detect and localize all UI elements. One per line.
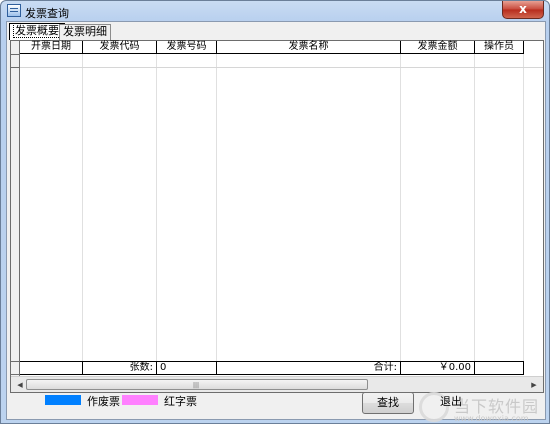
- grip-icon: |||: [193, 382, 200, 389]
- column-header-name[interactable]: 发票名称: [217, 41, 401, 54]
- count-value: 0: [157, 362, 217, 374]
- void-invoice-swatch: [45, 395, 81, 405]
- window-title: 发票查询: [25, 7, 69, 20]
- empty-row-separator: [20, 67, 543, 68]
- scrollbar-thumb[interactable]: |||: [26, 379, 368, 390]
- red-invoice-swatch: [122, 395, 158, 405]
- exit-button[interactable]: 退出: [425, 392, 477, 414]
- grid-footer: 张数: 0 合计: ￥0.00: [20, 361, 524, 375]
- grid-body: [20, 54, 524, 361]
- grid-header: 开票日期 发票代码 发票号码 发票名称 发票金额 操作员: [20, 41, 524, 54]
- client-area: 发票概要 发票明细 开票日期 发票代码 发票号码 发票名称 发票金额 操作员 张…: [6, 21, 546, 423]
- column-header-amount[interactable]: 发票金额: [401, 41, 475, 54]
- column-header-code[interactable]: 发票代码: [83, 41, 157, 54]
- invoice-grid[interactable]: 开票日期 发票代码 发票号码 发票名称 发票金额 操作员 张数: 0 合计: ￥…: [10, 40, 544, 393]
- scroll-left-icon[interactable]: ◀: [13, 379, 27, 391]
- app-icon: [7, 4, 21, 17]
- scroll-right-icon[interactable]: ▶: [527, 379, 541, 391]
- total-value: ￥0.00: [401, 362, 475, 374]
- horizontal-scrollbar[interactable]: ◀ ||| ▶: [11, 376, 543, 392]
- watermark-url: www.downxia.com: [454, 414, 529, 423]
- search-button[interactable]: 查找: [362, 392, 414, 414]
- row-header-column: [11, 41, 20, 392]
- invoice-query-window: 发票查询 x 发票概要 发票明细 开票日期 发票代码 发票号码 发票名称 发票金…: [0, 0, 550, 424]
- column-header-operator[interactable]: 操作员: [475, 41, 524, 54]
- row-selector[interactable]: [11, 54, 19, 68]
- count-label: 张数:: [83, 362, 157, 374]
- title-bar[interactable]: 发票查询 x: [1, 1, 549, 21]
- tab-invoice-detail[interactable]: 发票明细: [59, 24, 111, 40]
- tab-label: 发票概要: [13, 23, 61, 38]
- tab-invoice-summary[interactable]: 发票概要: [9, 23, 65, 40]
- close-button[interactable]: x: [502, 1, 544, 19]
- total-label: 合计:: [217, 362, 401, 374]
- void-invoice-label: 作废票: [87, 395, 120, 408]
- footer-row-selector: [11, 361, 19, 375]
- column-header-date[interactable]: 开票日期: [20, 41, 83, 54]
- column-header-number[interactable]: 发票号码: [157, 41, 217, 54]
- red-invoice-label: 红字票: [164, 395, 197, 408]
